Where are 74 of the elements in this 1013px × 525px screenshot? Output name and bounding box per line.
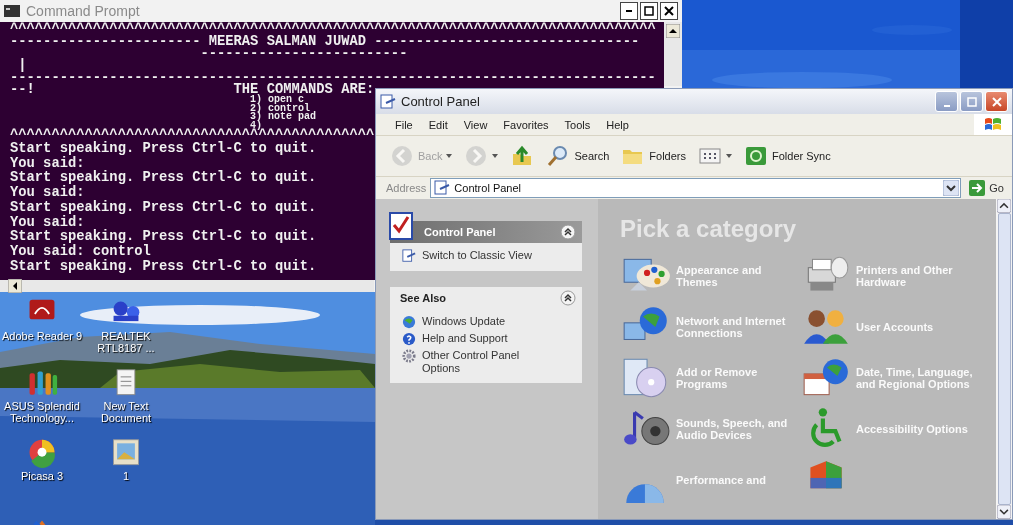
console-icon (4, 5, 20, 17)
console-line: Start speaking. Press Ctrl-C to quit. (10, 200, 317, 215)
desktop-icon-label[interactable]: 1 (84, 470, 168, 482)
task-link[interactable]: Switch to Classic View (422, 249, 542, 262)
console-line: ----------------------- MEERAS SALMAN JUWAD -------------------------------- (10, 36, 640, 48)
gear-icon (402, 349, 416, 363)
task-link[interactable]: Windows Update (422, 315, 542, 328)
desktop-icon-label[interactable]: ASUS Splendid Technology... (0, 400, 84, 424)
task-link[interactable]: Help and Support (422, 332, 542, 345)
window-title: Control Panel (401, 94, 481, 109)
search-button[interactable]: Search (542, 142, 614, 170)
desktop-icon-label[interactable]: REALTEK RTL8187 ... (84, 330, 168, 354)
console-line: You said: control (10, 244, 151, 259)
caret-icon (446, 154, 453, 158)
console-line: Start speaking. Press Ctrl-C to quit. (10, 259, 317, 275)
close-button[interactable] (660, 2, 678, 20)
console-line: ------------------------- (199, 48, 408, 60)
desktop-icon-label[interactable]: Picasa 3 (0, 470, 84, 482)
pane-title: Control Panel (424, 226, 497, 238)
console-line: You said: (10, 156, 85, 171)
console-line: ------------------------------------------------------------------------------ (10, 72, 656, 84)
console-line: 1) open c (249, 96, 305, 105)
console-line: Start speaking. Press Ctrl-C to quit. (10, 171, 317, 186)
console-line: You said: (10, 186, 85, 201)
folders-button[interactable]: Folders (617, 142, 690, 170)
globe-icon (402, 315, 416, 329)
minimize-button[interactable] (620, 2, 638, 20)
control-panel-icon (380, 93, 396, 110)
desktop-icon-label[interactable]: New Text Document (84, 400, 168, 424)
task-link[interactable]: Other Control Panel Options (422, 349, 542, 375)
maximize-icon (966, 96, 977, 107)
collapse-icon[interactable] (560, 224, 576, 240)
classic-view-icon (402, 249, 416, 263)
console-line: Start speaking. Press Ctrl-C to quit. (10, 142, 317, 156)
address-label: Address (386, 182, 427, 194)
control-panel-icon (434, 180, 451, 196)
go-button[interactable]: Go (965, 180, 1008, 196)
caret-icon (726, 154, 732, 158)
menu-item[interactable]: Favorites (496, 116, 556, 133)
go-arrow-icon (969, 180, 986, 196)
menu-item[interactable]: View (456, 116, 495, 133)
window-title: Command Prompt (26, 3, 141, 19)
sync-button[interactable]: Folder Sync (740, 142, 835, 170)
console-line: ^^^^^^^^^^^^^^^^^^^^^^^^^^^^^^^^^^^^^^^^^^^^ (10, 130, 375, 142)
help-icon (402, 332, 416, 346)
scrollbar[interactable] (0, 280, 374, 292)
pane-title: See Also (400, 292, 448, 304)
scroll-left-icon[interactable] (8, 279, 22, 293)
menu-item[interactable]: File (388, 116, 420, 133)
menu-item[interactable]: Tools (557, 116, 598, 133)
maximize-icon (644, 6, 654, 16)
scroll-thumb[interactable] (997, 212, 1011, 506)
scrollbar[interactable] (996, 199, 1012, 519)
caret-icon (492, 154, 499, 158)
scrollbar[interactable] (664, 22, 682, 86)
scroll-up-icon[interactable] (997, 199, 1011, 213)
collapse-icon[interactable] (560, 290, 576, 306)
minimize-icon (943, 104, 950, 107)
sync-icon (744, 144, 768, 168)
scroll-up-icon[interactable] (666, 24, 680, 38)
desktop-icon-label[interactable]: Adobe Reader 9 (0, 330, 84, 342)
console-line: You said: (10, 215, 85, 230)
console-line: Start speaking. Press Ctrl-C to quit. (10, 230, 317, 245)
minimize-icon (626, 10, 632, 12)
dropdown-icon[interactable] (943, 180, 960, 196)
address-field[interactable]: Control Panel (430, 178, 962, 198)
console-line: ^^^^^^^^^^^^^^^^^^^^^^^^^^^^^^^^^^^^^^^^^^^^^^^^^^^^^^^^^^^^^^^^^^^^^^^^^^^^^^ (10, 24, 656, 36)
scroll-down-icon[interactable] (997, 505, 1011, 519)
console-line: | (17, 60, 27, 72)
close-icon (664, 6, 674, 16)
maximize-button[interactable] (640, 2, 658, 20)
menu-item[interactable]: Edit (421, 116, 455, 133)
menu-item[interactable]: Help (599, 116, 636, 133)
close-icon (991, 96, 1002, 107)
